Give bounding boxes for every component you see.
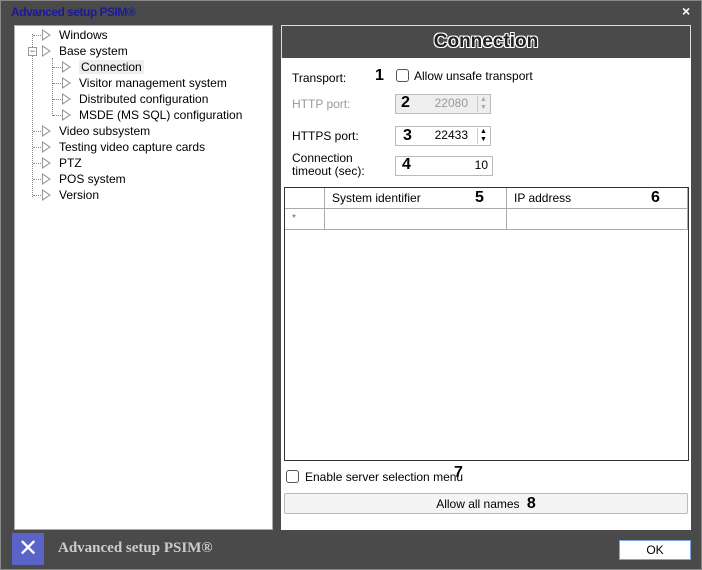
tree-label: MSDE (MS SQL) configuration <box>79 108 243 122</box>
tree-label: Video subsystem <box>59 124 151 138</box>
triangle-icon <box>62 77 71 89</box>
spin-up-icon: ▲ <box>480 96 487 103</box>
spin-down-icon[interactable]: ▼ <box>478 136 489 144</box>
connection-timeout-value: 10 <box>474 158 488 172</box>
enable-server-selection-checkbox[interactable] <box>286 470 299 483</box>
tree-item-pos-system[interactable]: POS system <box>33 171 126 187</box>
triangle-icon <box>42 157 51 169</box>
allow-unsafe-transport-label: Allow unsafe transport <box>414 69 533 83</box>
tree-item-msde[interactable]: MSDE (MS SQL) configuration <box>53 107 242 123</box>
column-label: System identifier <box>332 191 421 205</box>
grid-new-row-marker: * <box>285 209 325 230</box>
triangle-icon <box>42 125 51 137</box>
settings-tree[interactable]: − Windows Base system Connection Visitor… <box>14 25 273 530</box>
tree-label: Visitor management system <box>79 76 227 90</box>
spin-up-icon[interactable]: ▲ <box>478 128 489 136</box>
https-port-value: 22433 <box>434 128 468 142</box>
grid-cell-system-identifier[interactable] <box>325 209 507 230</box>
tools-icon: ✕ <box>12 533 44 565</box>
grid-cell-ip-address[interactable] <box>507 209 688 230</box>
column-label: IP address <box>514 191 572 205</box>
callout-4: 4 <box>402 156 411 173</box>
tree-item-connection[interactable]: Connection <box>53 59 144 75</box>
connection-panel: Connection Transport: 1 Allow unsafe tra… <box>281 25 691 530</box>
ok-button[interactable]: OK <box>619 540 691 560</box>
tree-item-visitor-management[interactable]: Visitor management system <box>53 75 227 91</box>
triangle-icon <box>62 93 71 105</box>
button-label: Allow all names <box>436 497 520 511</box>
tree-item-version[interactable]: Version <box>33 187 99 203</box>
close-icon[interactable]: × <box>682 3 690 19</box>
triangle-icon <box>42 141 51 153</box>
tree-item-distributed-configuration[interactable]: Distributed configuration <box>53 91 208 107</box>
triangle-icon <box>42 45 51 57</box>
tree-label: PTZ <box>59 156 82 170</box>
https-port-label: HTTPS port: <box>292 129 359 143</box>
callout-3: 3 <box>403 127 412 144</box>
spin-down-icon: ▼ <box>480 104 487 111</box>
tree-label: Testing video capture cards <box>59 140 206 154</box>
grid-header-row-selector <box>285 188 325 209</box>
tree-label: Distributed configuration <box>79 92 209 106</box>
triangle-icon <box>42 189 51 201</box>
triangle-icon <box>62 61 71 73</box>
tree-label: Base system <box>59 44 128 58</box>
servers-grid[interactable]: System identifier 5 IP address 6 * <box>284 187 689 461</box>
callout-5: 5 <box>475 189 484 206</box>
tree-item-base-system[interactable]: Base system <box>33 43 128 59</box>
tree-label: Version <box>59 188 100 202</box>
tree-label: Connection <box>79 60 144 74</box>
panel-title: Connection <box>281 25 691 58</box>
triangle-icon <box>62 109 71 121</box>
callout-8: 8 <box>526 495 536 512</box>
https-port-spinner[interactable]: ▲ ▼ <box>477 128 489 144</box>
tree-label: Windows <box>59 28 108 42</box>
triangle-icon <box>42 173 51 185</box>
transport-label: Transport: <box>292 71 347 85</box>
allow-all-names-button[interactable]: Allow all names 8 <box>284 493 688 514</box>
connection-timeout-label: Connection timeout (sec): <box>292 151 365 178</box>
allow-unsafe-transport-checkbox[interactable] <box>396 69 409 82</box>
callout-1: 1 <box>375 67 384 84</box>
tree-item-testing-video-capture[interactable]: Testing video capture cards <box>33 139 205 155</box>
grid-header-ip-address[interactable]: IP address 6 <box>507 188 688 209</box>
tree-item-video-subsystem[interactable]: Video subsystem <box>33 123 150 139</box>
tree-item-ptz[interactable]: PTZ <box>33 155 82 171</box>
callout-7: 7 <box>454 464 463 481</box>
tree-label: POS system <box>59 172 126 186</box>
grid-header-system-identifier[interactable]: System identifier 5 <box>325 188 507 209</box>
tree-item-windows[interactable]: Windows <box>33 27 108 43</box>
http-port-label: HTTP port: <box>292 97 351 111</box>
enable-server-selection-label: Enable server selection menu <box>305 470 464 484</box>
window-title: Advanced setup PSIM® <box>11 5 136 19</box>
http-port-spinner[interactable]: ▲ ▼ <box>477 96 489 112</box>
http-port-value: 22080 <box>434 96 468 110</box>
footer-title: Advanced setup PSIM® <box>58 540 213 556</box>
triangle-icon <box>42 29 51 41</box>
callout-6: 6 <box>651 189 660 206</box>
callout-2: 2 <box>401 94 410 111</box>
